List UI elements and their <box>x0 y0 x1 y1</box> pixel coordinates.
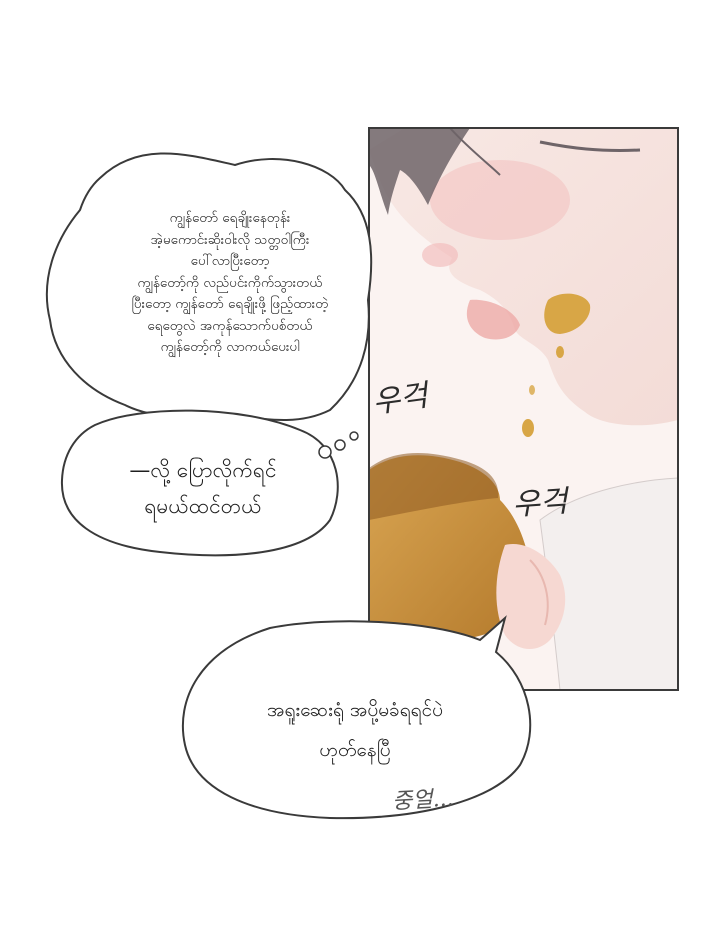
speech-bubble-text: အရူးဆေးရုံ အပို့မခံရရင်ပဲ ဟုတ်နေပြီ <box>205 690 505 770</box>
sfx-chewing-2: 우걱 <box>511 484 569 523</box>
speech-line: အရူးဆေးရုံ အပို့မခံရရင်ပဲ <box>267 699 443 721</box>
thought-dot <box>349 431 359 441</box>
thought-line: ကျွန်တော် ရေချိုးနေတုန်း <box>169 210 291 226</box>
thought-small-line: ရမယ်ထင်တယ် <box>144 494 262 518</box>
sauce-drip <box>522 419 534 437</box>
thought-line: ကျွန်တော့်ကို လာကယ်ပေးပါ <box>160 339 300 355</box>
sfx-mumble: 중얼... <box>391 786 455 815</box>
thought-line: ကျွန်တော့်ကို လည်ပင်းကိုက်သွားတယ် <box>137 274 323 291</box>
thought-line: အဲ့မကောင်းဆိုးဝါးလို သတ္တဝါကြီး <box>150 231 310 248</box>
thought-bubble-small-text: —လို့ ပြောလိုက်ရင် ရမယ်ထင်တယ် <box>78 452 328 524</box>
sfx-chewing-1: 우걱 <box>370 378 430 421</box>
cheek-blush <box>430 160 570 240</box>
thought-dot <box>334 439 346 451</box>
thought-bubble-text: ကျွန်တော် ရေချိုးနေတုန်း အဲ့မကောင်းဆိုးဝ… <box>100 208 360 359</box>
thought-small-line: —လို့ ပြောလိုက်ရင် <box>129 458 277 482</box>
nose-blush <box>422 243 458 267</box>
sauce-drip <box>529 385 535 395</box>
speech-line: ဟုတ်နေပြီ <box>319 739 391 761</box>
sauce-drip <box>556 346 564 358</box>
thought-line: ရေတွေလဲ အကုန်သောက်ပစ်တယ် <box>147 317 313 334</box>
thought-line: ပေါ်လာပြီးတော့ <box>190 253 270 269</box>
thought-line: ပြီးတော့ ကျွန်တော် ရေချိုးဖို့ ဖြည့်ထားတ… <box>131 296 329 312</box>
